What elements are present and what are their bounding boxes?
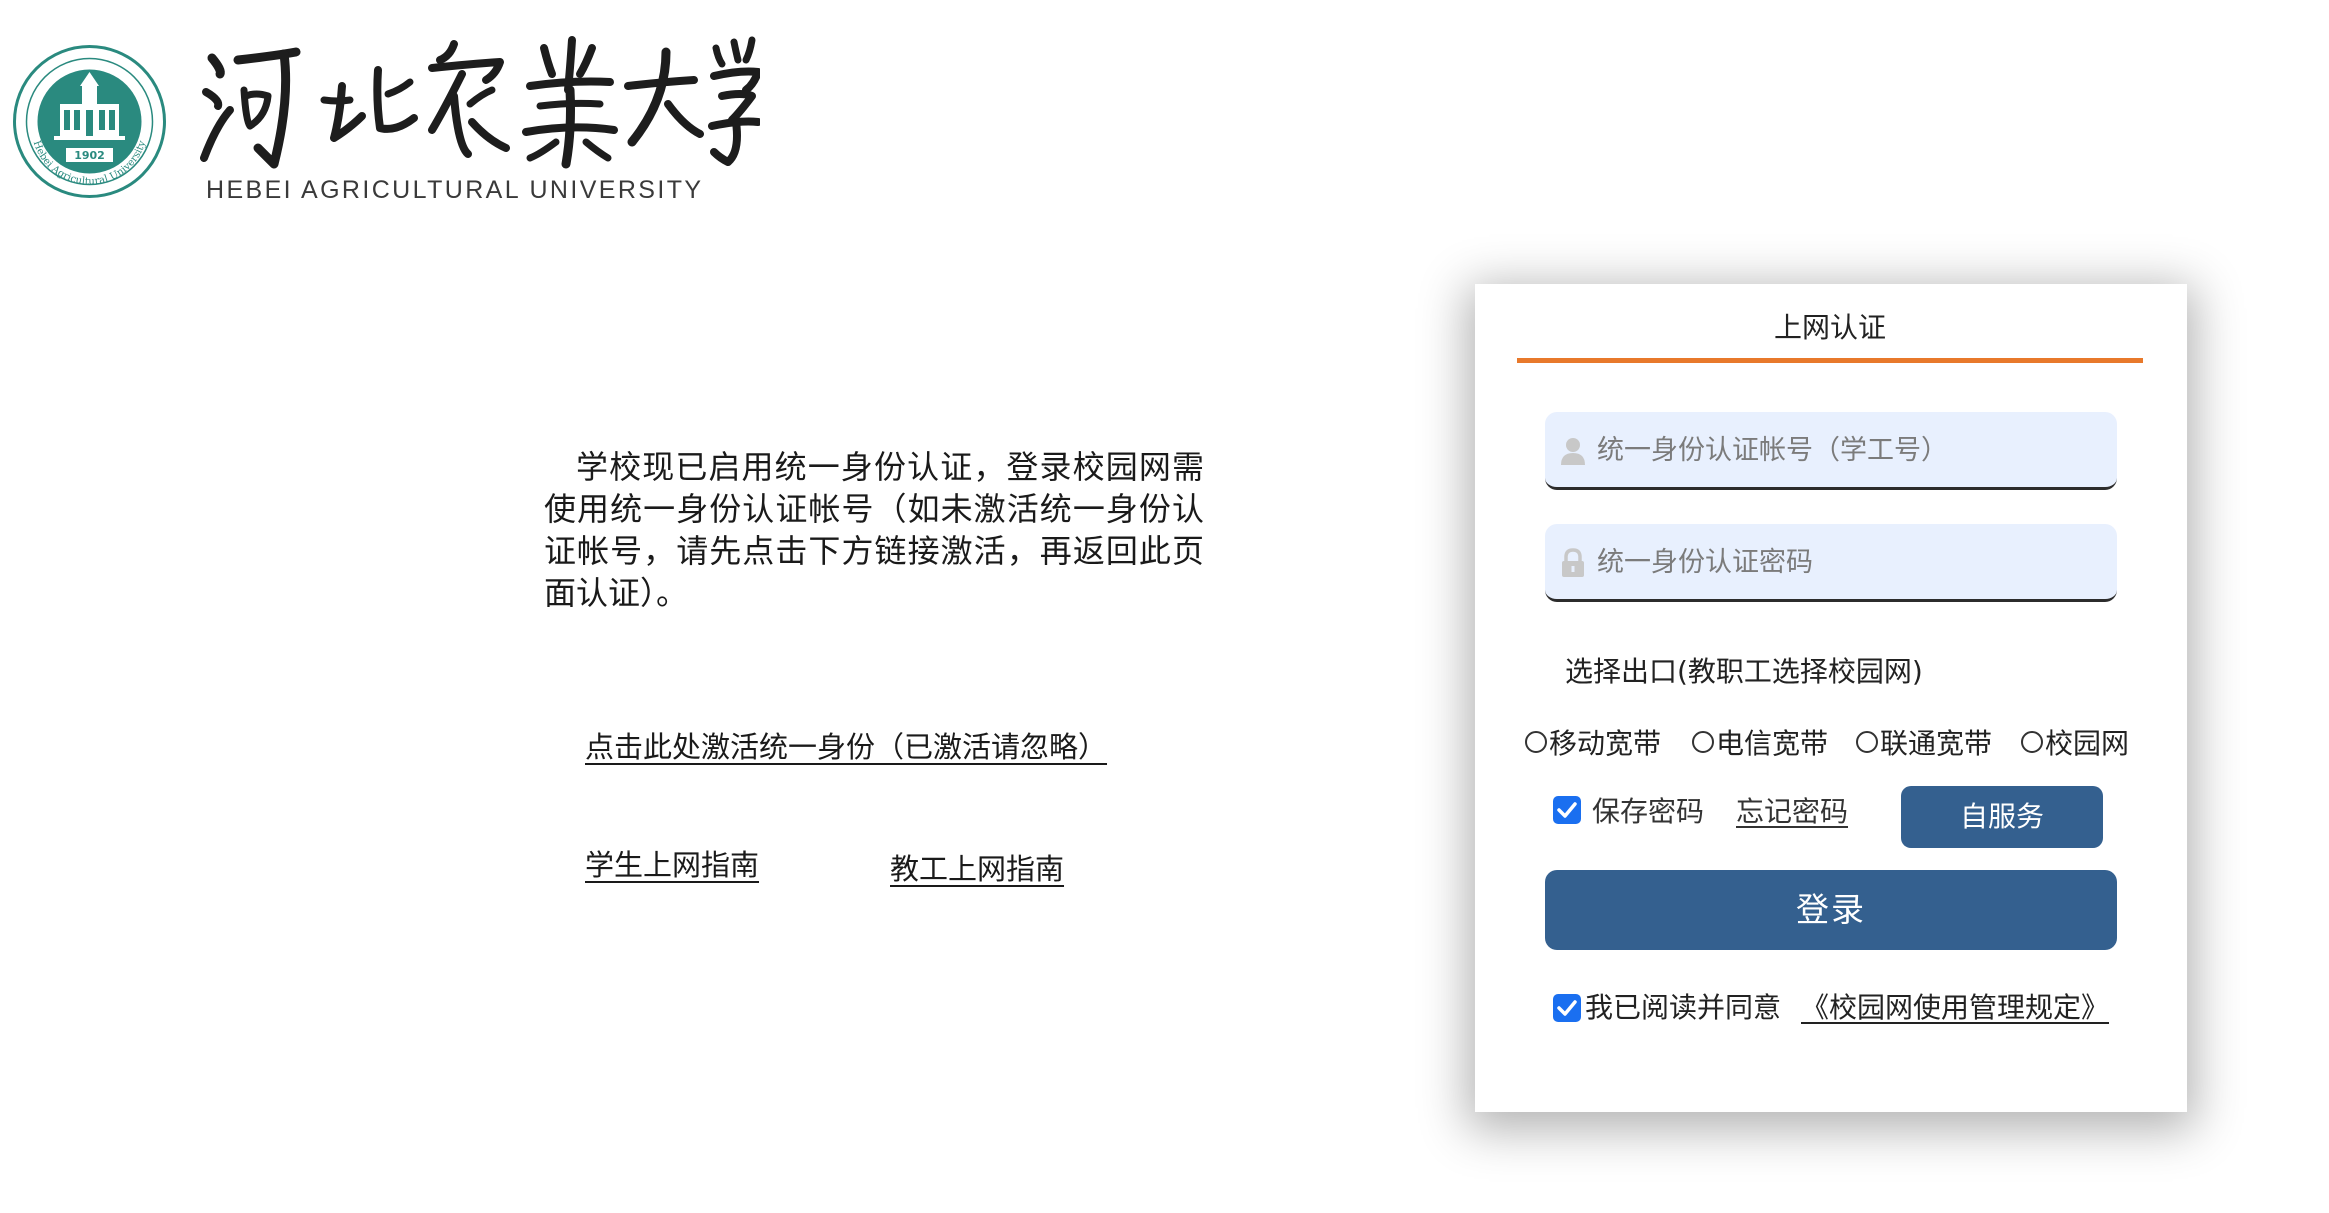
radio-button[interactable]	[1692, 731, 1714, 753]
seal-year: 1902	[74, 149, 105, 162]
exit-select-label: 选择出口(教职工选择校园网)	[1565, 655, 1923, 688]
title-underline	[1517, 358, 2143, 363]
radio-button[interactable]	[2021, 731, 2043, 753]
checkmark-icon	[1557, 1000, 1577, 1016]
user-icon	[1559, 436, 1587, 466]
exit-option-campus[interactable]: 校园网	[2021, 722, 2129, 762]
forgot-password-link[interactable]: 忘记密码	[1736, 790, 1848, 830]
activate-identity-link[interactable]: 点击此处激活统一身份（已激活请忽略）	[585, 724, 1107, 766]
username-input[interactable]	[1595, 412, 2099, 488]
login-panel-title: 上网认证	[1773, 311, 1886, 344]
university-seal-logo: 1902 Hebei Agricultural University	[12, 44, 167, 199]
page: 1902 Hebei Agricultural University HEBEI…	[0, 0, 2329, 1213]
lock-icon	[1559, 548, 1587, 578]
save-password-label: 保存密码	[1592, 795, 1705, 828]
auth-notice-text: 学校现已启用统一身份认证，登录校园网需使用统一身份认证帐号（如未激活统一身份认证…	[544, 448, 1204, 612]
student-guide-link[interactable]: 学生上网指南	[585, 842, 759, 884]
password-field[interactable]	[1545, 524, 2117, 602]
calligraphy-logo	[200, 30, 762, 180]
staff-guide-link[interactable]: 教工上网指南	[890, 846, 1064, 888]
save-password-checkbox[interactable]	[1553, 796, 1581, 824]
agree-label: 我已阅读并同意	[1585, 991, 1782, 1024]
login-panel: 上网认证 选择出口(教职工选择校园网)	[1475, 284, 2187, 1112]
policy-link[interactable]: 《校园网使用管理规定》	[1801, 986, 2109, 1026]
radio-button[interactable]	[1525, 731, 1547, 753]
self-service-button[interactable]: 自服务	[1901, 786, 2103, 848]
exit-option-telecom[interactable]: 电信宽带	[1692, 722, 1828, 762]
login-button[interactable]: 登录	[1545, 870, 2117, 950]
university-english-name: HEBEI AGRICULTURAL UNIVERSITY	[206, 176, 704, 204]
username-field[interactable]	[1545, 412, 2117, 490]
exit-options: 移动宽带 电信宽带 联通宽带 校园网	[1525, 722, 2165, 762]
agree-checkbox[interactable]	[1553, 994, 1581, 1022]
radio-button[interactable]	[1856, 731, 1878, 753]
exit-option-unicom[interactable]: 联通宽带	[1856, 722, 1992, 762]
password-input[interactable]	[1595, 524, 2099, 600]
exit-option-mobile[interactable]: 移动宽带	[1525, 722, 1661, 762]
checkmark-icon	[1557, 802, 1577, 818]
